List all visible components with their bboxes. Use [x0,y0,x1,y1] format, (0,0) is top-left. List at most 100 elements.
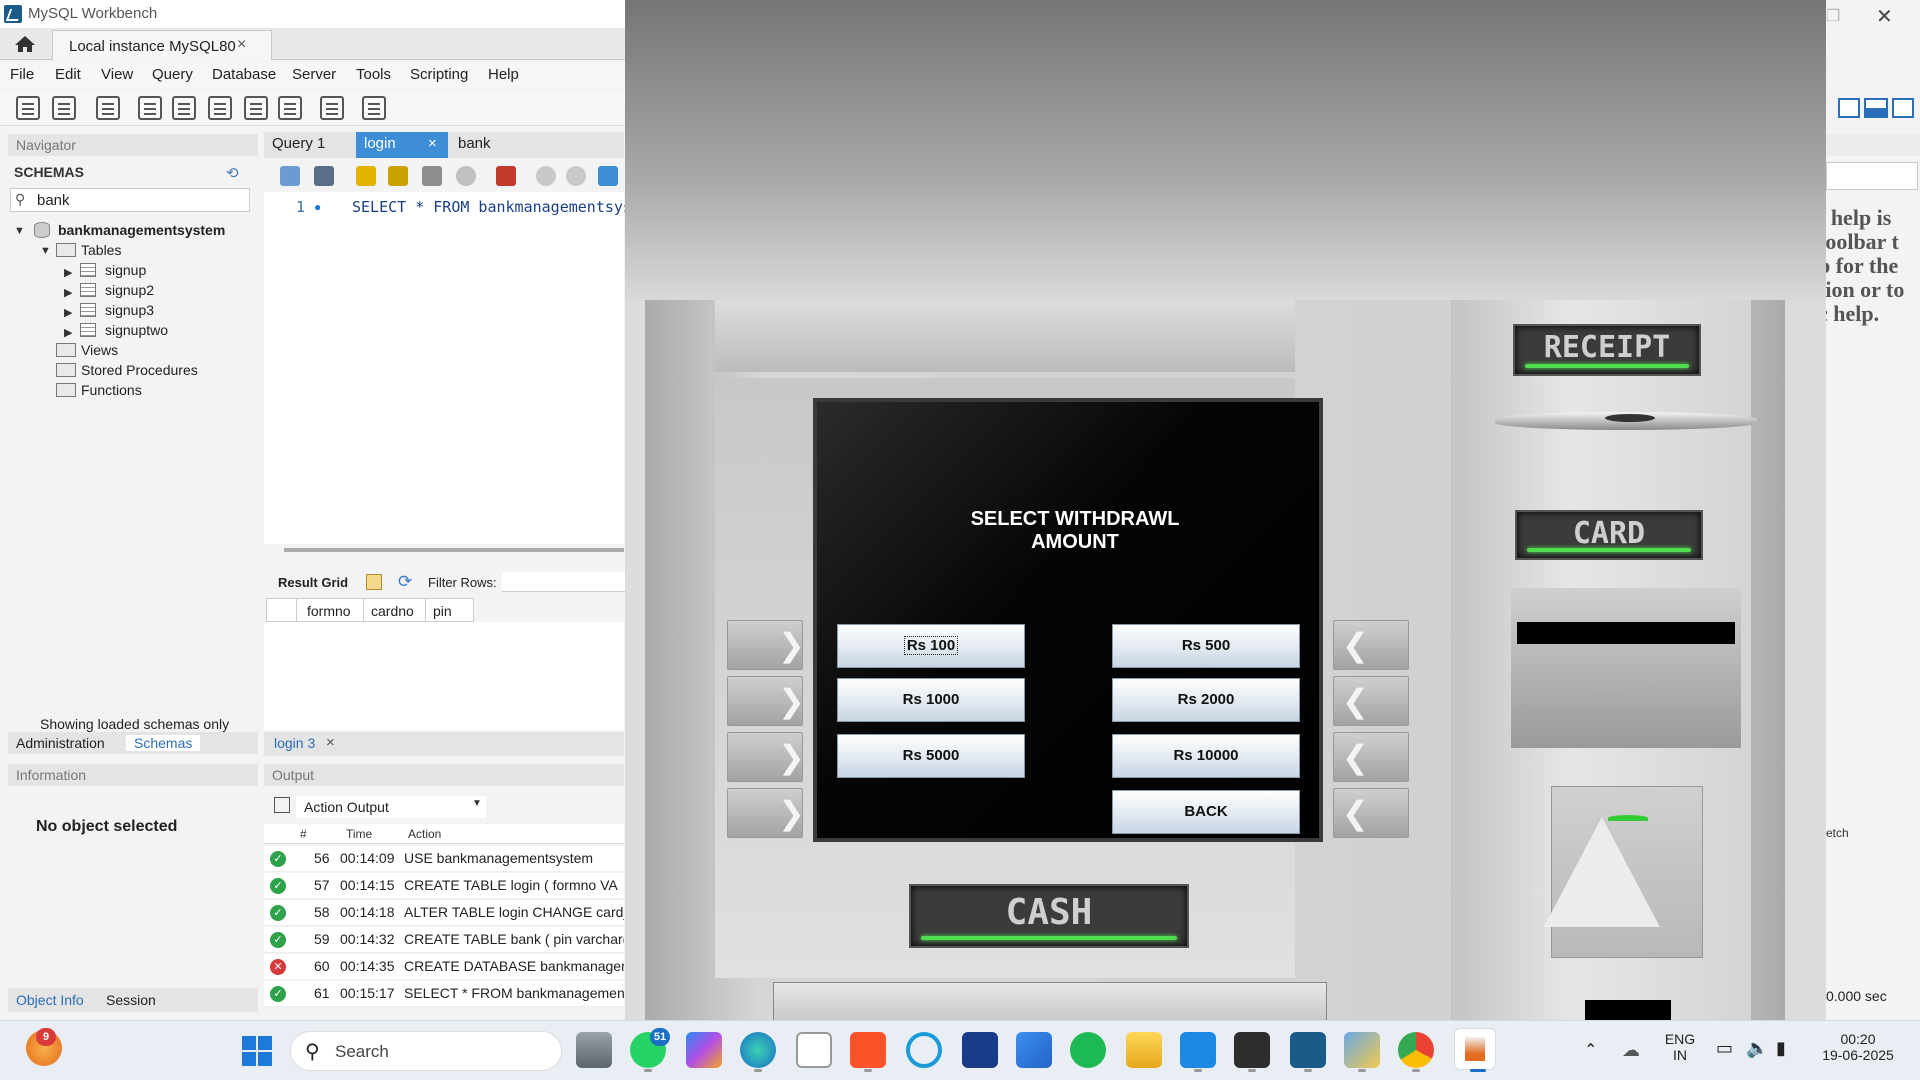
execute-icon[interactable] [356,166,376,186]
column-header[interactable]: cardno [371,603,414,619]
create-table-icon[interactable] [172,96,196,120]
rollback-icon[interactable] [566,166,586,186]
expand-schema-icon[interactable]: ▼ [14,225,25,237]
folder-icon[interactable] [1126,1032,1162,1068]
language-indicator[interactable]: ENG IN [1660,1031,1700,1063]
column-header[interactable]: formno [307,603,351,619]
help-selector[interactable] [1826,162,1918,190]
menu-query[interactable]: Query [152,66,193,83]
search-table-data-icon[interactable] [320,96,344,120]
expand-tables-icon[interactable]: ▼ [40,245,51,257]
output-type-select[interactable]: Action Output ▼ [296,796,486,818]
volume-icon[interactable]: 🔈 [1746,1038,1768,1059]
copilot-icon[interactable] [686,1032,722,1068]
expand-table-icon[interactable]: ▶ [64,306,72,319]
output-row[interactable]: ✓ 56 00:14:09 USE bankmanagementsystem [264,846,624,872]
stop-icon[interactable] [456,166,476,186]
cortana-icon[interactable] [906,1032,942,1068]
column-header[interactable]: pin [433,603,452,619]
network-icon[interactable]: ▭ [1716,1038,1733,1059]
copy-icon[interactable] [274,797,290,813]
start-icon[interactable] [242,1036,272,1066]
menu-help[interactable]: Help [488,66,519,83]
output-row[interactable]: ✓ 61 00:15:17 SELECT * FROM bankmanageme… [264,981,624,1007]
expand-table-icon[interactable]: ▶ [64,326,72,339]
refresh-icon[interactable]: ⟲ [226,164,242,182]
table-item[interactable]: signup2 [105,282,154,298]
table-item[interactable]: signup3 [105,302,154,318]
grid-icon[interactable] [366,574,382,590]
tab-object-info[interactable]: Object Info [16,992,84,1008]
chevron-up-icon[interactable]: ⌃ [1584,1040,1597,1060]
schema-filter-input[interactable]: ⚲ bank [10,188,250,212]
clock[interactable]: 00:20 19-06-2025 [1810,1031,1906,1063]
toggle-error-icon[interactable] [496,166,516,186]
close-icon[interactable]: × [326,734,335,751]
tab-query-1[interactable]: Query 1 [264,132,354,158]
create-view-icon[interactable] [208,96,232,120]
schema-item[interactable]: bankmanagementsystem [58,222,225,238]
restore-icon[interactable]: ❐ [1826,6,1840,26]
close-window-icon[interactable]: ✕ [1876,4,1893,29]
mysql-workbench-icon[interactable] [1290,1032,1326,1068]
functions-node[interactable]: Functions [81,382,142,398]
sql-editor[interactable]: 1 ● SELECT * FROM bankmanagementsys [264,192,632,544]
chrome-icon[interactable] [1398,1032,1434,1068]
result-grid-label[interactable]: Result Grid [278,575,348,590]
table-item[interactable]: signup [105,262,146,278]
tab-administration[interactable]: Administration [16,735,105,751]
rs-5000-button[interactable]: Rs 5000 [837,734,1025,778]
toggle-secondary-sidebar-icon[interactable] [1892,98,1914,118]
explain-icon[interactable] [422,166,442,186]
sql-code[interactable]: SELECT * FROM bankmanagementsys [352,198,632,216]
vscode-icon[interactable] [1180,1032,1216,1068]
save-icon[interactable] [314,166,334,186]
reconnect-icon[interactable] [362,96,386,120]
refresh-icon[interactable]: ⟳ [398,572,412,592]
tables-node[interactable]: Tables [81,242,121,258]
create-schema-icon[interactable] [138,96,162,120]
tab-schemas[interactable]: Schemas [126,735,201,751]
output-row[interactable]: ✓ 57 00:14:15 CREATE TABLE login ( formn… [264,873,624,899]
todo-icon[interactable] [1016,1032,1052,1068]
output-row[interactable]: ✕ 60 00:14:35 CREATE DATABASE bankmanage… [264,954,624,980]
autocommit-icon[interactable] [598,166,618,186]
create-function-icon[interactable] [278,96,302,120]
toggle-output-icon[interactable] [1864,98,1888,118]
new-sql-tab-icon[interactable] [16,96,40,120]
menu-tools[interactable]: Tools [356,66,391,83]
connection-tab[interactable]: Local instance MySQL80 × [52,30,272,60]
procedures-node[interactable]: Stored Procedures [81,362,198,378]
filter-rows-input[interactable] [502,572,632,592]
home-tab[interactable] [0,28,50,60]
onedrive-icon[interactable]: ☁ [1622,1040,1640,1061]
java-app-button[interactable] [1454,1028,1496,1070]
output-row[interactable]: ✓ 58 00:14:18 ALTER TABLE login CHANGE c… [264,900,624,926]
inspector-icon[interactable] [96,96,120,120]
back-button[interactable]: BACK [1112,790,1300,834]
store-icon[interactable] [796,1032,832,1068]
table-item[interactable]: signuptwo [105,322,168,338]
open-file-icon[interactable] [280,166,300,186]
menu-database[interactable]: Database [212,66,276,83]
output-row[interactable]: ✓ 59 00:14:32 CREATE TABLE bank ( pin va… [264,927,624,953]
rs-1000-button[interactable]: Rs 1000 [837,678,1025,722]
task-view-icon[interactable] [576,1032,612,1068]
commit-icon[interactable] [536,166,556,186]
create-procedure-icon[interactable] [244,96,268,120]
views-node[interactable]: Views [81,342,118,358]
tab-session[interactable]: Session [106,992,156,1008]
battery-icon[interactable]: ▮ [1776,1038,1786,1059]
rs-10000-button[interactable]: Rs 10000 [1112,734,1300,778]
l-app-icon[interactable] [962,1032,998,1068]
edge-icon[interactable] [740,1032,776,1068]
menu-edit[interactable]: Edit [55,66,81,83]
editor-scrollbar[interactable] [284,548,624,552]
expand-table-icon[interactable]: ▶ [64,286,72,299]
taskbar-search[interactable]: ⚲ Search [290,1031,562,1071]
open-sql-script-icon[interactable] [52,96,76,120]
toggle-sidebar-icon[interactable] [1838,98,1860,118]
tab-bank[interactable]: bank [450,132,530,158]
expand-table-icon[interactable]: ▶ [64,266,72,279]
rs-2000-button[interactable]: Rs 2000 [1112,678,1300,722]
